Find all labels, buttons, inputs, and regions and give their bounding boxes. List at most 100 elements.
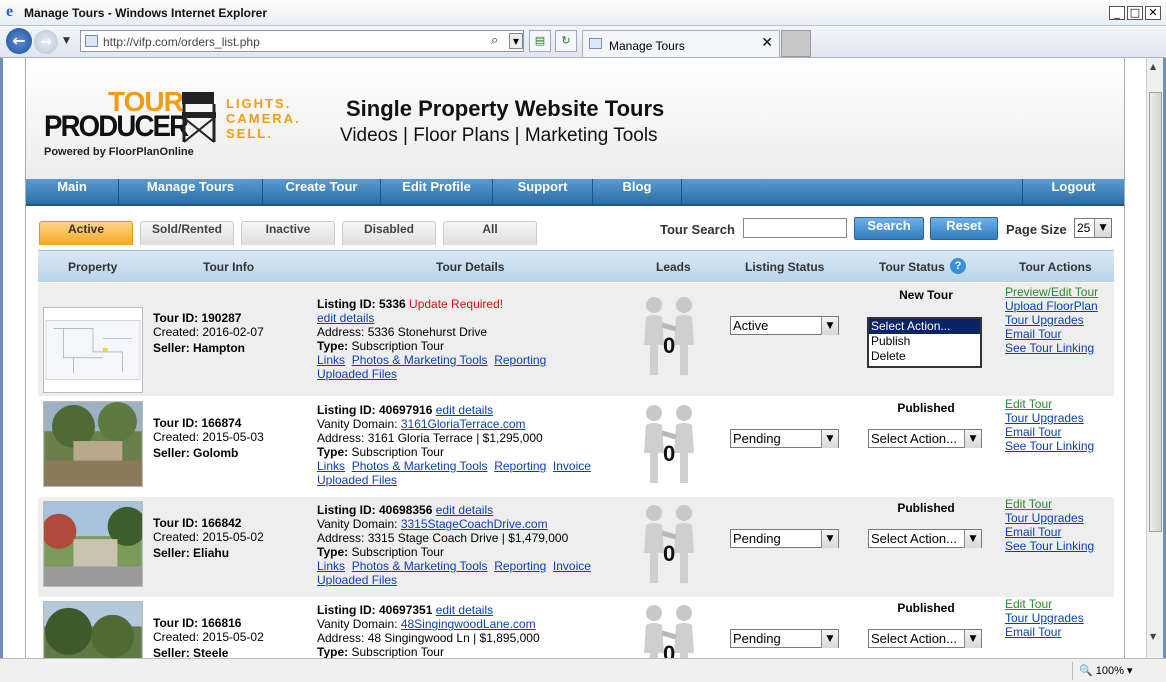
edit-tour-link[interactable]: Edit Tour (1005, 497, 1094, 511)
vanity-domain-link[interactable]: 48SingingwoodLane.com (401, 617, 536, 631)
tab-active[interactable]: Active (39, 221, 133, 245)
scroll-up-icon[interactable]: ▲ (1150, 62, 1156, 71)
close-icon[interactable]: ✕ (1145, 6, 1161, 20)
compatibility-icon[interactable]: ▤ (529, 30, 551, 52)
email-tour-link[interactable]: Email Tour (1005, 327, 1098, 341)
links-link[interactable]: Links (317, 559, 345, 573)
tour-action-select[interactable]: Select Action... ▼ (868, 529, 982, 548)
edit-tour-link[interactable]: Edit Tour (1005, 397, 1094, 411)
back-arrow-icon[interactable]: ← (6, 28, 32, 54)
see-tour-linking-link[interactable]: See Tour Linking (1005, 341, 1098, 355)
reset-button[interactable]: Reset (930, 217, 998, 240)
address-bar[interactable]: http://vifp.com/orders_list.php ⌕ ▼ (80, 30, 524, 52)
leads-icon[interactable]: 0 (634, 295, 704, 379)
tour-search-input[interactable] (743, 218, 847, 238)
email-tour-link[interactable]: Email Tour (1005, 625, 1084, 639)
email-tour-link[interactable]: Email Tour (1005, 425, 1094, 439)
tour-upgrades-link[interactable]: Tour Upgrades (1005, 611, 1084, 625)
new-tab-button[interactable] (781, 30, 811, 57)
uploaded-files-link[interactable]: Uploaded Files (317, 473, 397, 487)
page-size-select[interactable]: 25 ▼ (1074, 218, 1112, 238)
tab-disabled[interactable]: Disabled (342, 221, 436, 245)
option-select-action[interactable]: Select Action... (869, 319, 980, 334)
uploaded-files-link[interactable]: Uploaded Files (317, 367, 397, 381)
photos-marketing-link[interactable]: Photos & Marketing Tools (352, 459, 488, 473)
tab-inactive[interactable]: Inactive (241, 221, 335, 245)
invoice-link[interactable]: Invoice (553, 459, 591, 473)
reporting-link[interactable]: Reporting (494, 559, 546, 573)
listing-status-select[interactable]: Active ▼ (730, 316, 839, 335)
scroll-down-icon[interactable]: ▼ (1150, 632, 1156, 641)
option-delete[interactable]: Delete (869, 349, 980, 364)
tour-status-listbox[interactable]: Select Action... Publish Delete (867, 317, 982, 368)
leads-icon[interactable]: 0 (634, 603, 704, 658)
photos-marketing-link[interactable]: Photos & Marketing Tools (352, 559, 488, 573)
preview-edit-tour-link[interactable]: Preview/Edit Tour (1005, 285, 1098, 299)
property-photo-thumbnail[interactable] (43, 601, 143, 658)
menu-edit-profile[interactable]: Edit Profile (381, 179, 493, 206)
menu-manage-tours[interactable]: Manage Tours (119, 179, 263, 206)
forward-arrow-icon[interactable]: → (34, 30, 58, 54)
page-size-label: Page Size (1006, 222, 1067, 237)
tour-status-label: Published (897, 601, 955, 615)
window-title: Manage Tours - Windows Internet Explorer (24, 6, 268, 20)
leads-count: 0 (663, 641, 676, 658)
maximize-icon[interactable]: □ (1127, 6, 1143, 20)
menu-support[interactable]: Support (493, 179, 593, 206)
history-dropdown-icon[interactable]: ▼ (63, 36, 70, 46)
links-link[interactable]: Links (317, 459, 345, 473)
tab-close-icon[interactable]: ✕ (761, 35, 773, 51)
edit-details-link[interactable]: edit details (436, 403, 493, 417)
tour-upgrades-link[interactable]: Tour Upgrades (1005, 411, 1094, 425)
tab-all[interactable]: All (443, 221, 537, 245)
property-photo-thumbnail[interactable] (43, 401, 143, 487)
menu-logout[interactable]: Logout (1022, 179, 1124, 206)
vanity-domain-link[interactable]: 3315StageCoachDrive.com (401, 517, 548, 531)
address-url[interactable]: http://vifp.com/orders_list.php (103, 35, 260, 49)
tour-actions: Edit Tour Tour Upgrades Email Tour See T… (1005, 497, 1094, 553)
edit-details-link[interactable]: edit details (436, 603, 493, 617)
edit-tour-link[interactable]: Edit Tour (1005, 597, 1084, 611)
refresh-icon[interactable]: ↻ (555, 30, 577, 52)
menu-create-tour[interactable]: Create Tour (263, 179, 381, 206)
address-search-icon[interactable]: ⌕ (491, 33, 498, 48)
vertical-scrollbar[interactable]: ▲ ▼ (1146, 58, 1163, 658)
col-leads: Leads (656, 260, 691, 274)
invoice-link[interactable]: Invoice (553, 559, 591, 573)
upload-floorplan-link[interactable]: Upload FloorPlan (1005, 299, 1098, 313)
option-publish[interactable]: Publish (869, 334, 980, 349)
zoom-control[interactable]: 🔍 100% ▾ (1072, 662, 1162, 680)
email-tour-link[interactable]: Email Tour (1005, 525, 1094, 539)
menu-blog[interactable]: Blog (593, 179, 682, 206)
address-dropdown-icon[interactable]: ▼ (509, 33, 523, 49)
tour-upgrades-link[interactable]: Tour Upgrades (1005, 313, 1098, 327)
see-tour-linking-link[interactable]: See Tour Linking (1005, 539, 1094, 553)
edit-details-link[interactable]: edit details (317, 311, 374, 325)
tour-action-select[interactable]: Select Action... ▼ (868, 629, 982, 648)
listing-status-select[interactable]: Pending ▼ (730, 529, 839, 548)
reporting-link[interactable]: Reporting (494, 459, 546, 473)
property-photo-thumbnail[interactable] (43, 501, 143, 587)
see-tour-linking-link[interactable]: See Tour Linking (1005, 439, 1094, 453)
property-floorplan-thumbnail[interactable] (43, 307, 143, 393)
listing-status-select[interactable]: Pending ▼ (730, 429, 839, 448)
tour-action-select[interactable]: Select Action... ▼ (868, 429, 982, 448)
help-icon[interactable]: ? (950, 258, 966, 274)
photos-marketing-link[interactable]: Photos & Marketing Tools (352, 353, 488, 367)
tour-upgrades-link[interactable]: Tour Upgrades (1005, 511, 1094, 525)
leads-icon[interactable]: 0 (634, 403, 704, 487)
vanity-domain-link[interactable]: 3161GloriaTerrace.com (401, 417, 526, 431)
uploaded-files-link[interactable]: Uploaded Files (317, 573, 397, 587)
minimize-icon[interactable]: _ (1109, 6, 1125, 20)
search-button[interactable]: Search (854, 217, 924, 240)
edit-details-link[interactable]: edit details (436, 503, 493, 517)
listing-status-select[interactable]: Pending ▼ (730, 629, 839, 648)
links-link[interactable]: Links (317, 353, 345, 367)
leads-icon[interactable]: 0 (634, 503, 704, 587)
chevron-down-icon: ▼ (821, 317, 838, 335)
scrollbar-thumb[interactable] (1149, 92, 1162, 532)
tab-sold-rented[interactable]: Sold/Rented (140, 221, 234, 245)
browser-tab[interactable]: Manage Tours ✕ (582, 30, 780, 57)
reporting-link[interactable]: Reporting (494, 353, 546, 367)
menu-main[interactable]: Main (26, 179, 119, 206)
